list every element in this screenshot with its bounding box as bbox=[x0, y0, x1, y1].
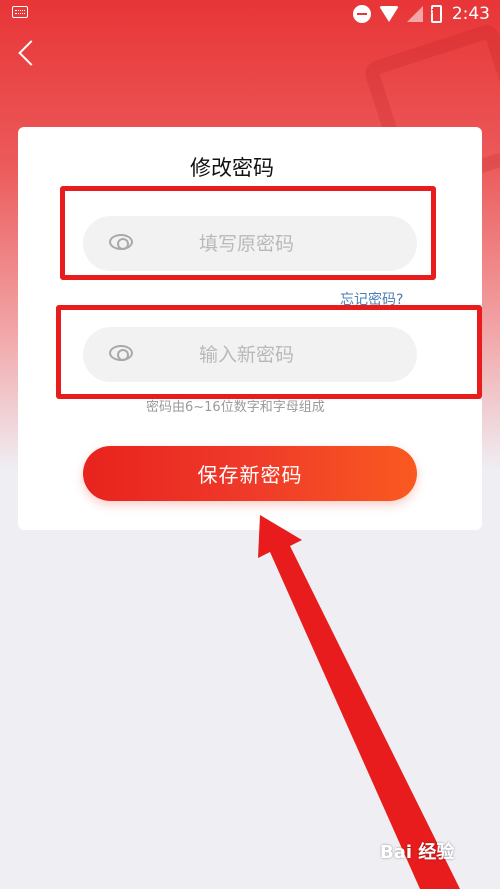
watermark: Bai 经验 bbox=[380, 842, 455, 863]
annotation-arrow bbox=[258, 515, 460, 889]
